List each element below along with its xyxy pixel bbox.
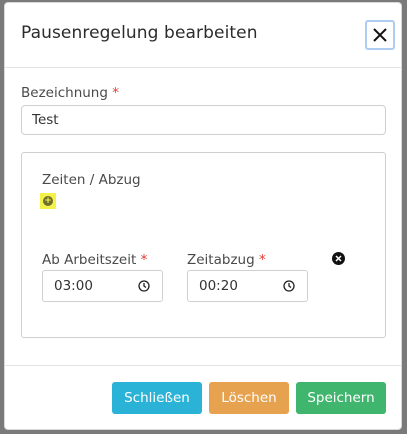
- bezeichnung-label: Bezeichnung *: [21, 85, 119, 101]
- ab-arbeitszeit-value: 03:00: [54, 278, 93, 294]
- schliessen-button[interactable]: Schließen: [112, 382, 202, 414]
- ab-arbeitszeit-label: Ab Arbeitszeit *: [42, 252, 147, 268]
- add-time-row-button[interactable]: +: [40, 193, 56, 209]
- x-circle-icon: [335, 255, 342, 262]
- speichern-button[interactable]: Speichern: [296, 382, 386, 414]
- loeschen-button[interactable]: Löschen: [209, 382, 289, 414]
- dialog-title: Pausenregelung bearbeiten: [21, 23, 258, 43]
- dialog-header: Pausenregelung bearbeiten: [5, 3, 401, 68]
- close-dialog-button[interactable]: [365, 20, 395, 50]
- edit-break-rule-dialog: Pausenregelung bearbeiten Bezeichnung * …: [4, 2, 402, 430]
- clock-icon[interactable]: [283, 280, 295, 292]
- zeitabzug-value: 00:20: [199, 278, 238, 294]
- zeiten-title: Zeiten / Abzug: [42, 172, 141, 188]
- clock-icon[interactable]: [138, 280, 150, 292]
- required-mark: *: [112, 85, 119, 101]
- bezeichnung-input[interactable]: [21, 105, 386, 135]
- zeiten-panel: Zeiten / Abzug + Ab Arbeitszeit * 03:00 …: [21, 152, 386, 338]
- ab-arbeitszeit-input[interactable]: 03:00: [42, 270, 163, 302]
- bezeichnung-label-text: Bezeichnung: [21, 85, 108, 101]
- ab-arbeitszeit-label-text: Ab Arbeitszeit: [42, 252, 137, 268]
- plus-circle-icon: +: [43, 196, 53, 206]
- zeitabzug-label-text: Zeitabzug: [187, 252, 255, 268]
- required-mark: *: [140, 252, 148, 268]
- zeitabzug-input[interactable]: 00:20: [187, 270, 308, 302]
- dialog-footer: Schließen Löschen Speichern: [5, 365, 401, 432]
- zeitabzug-label: Zeitabzug *: [187, 252, 266, 268]
- required-mark: *: [258, 252, 266, 268]
- remove-time-row-button[interactable]: [332, 252, 345, 265]
- close-icon: [373, 28, 387, 42]
